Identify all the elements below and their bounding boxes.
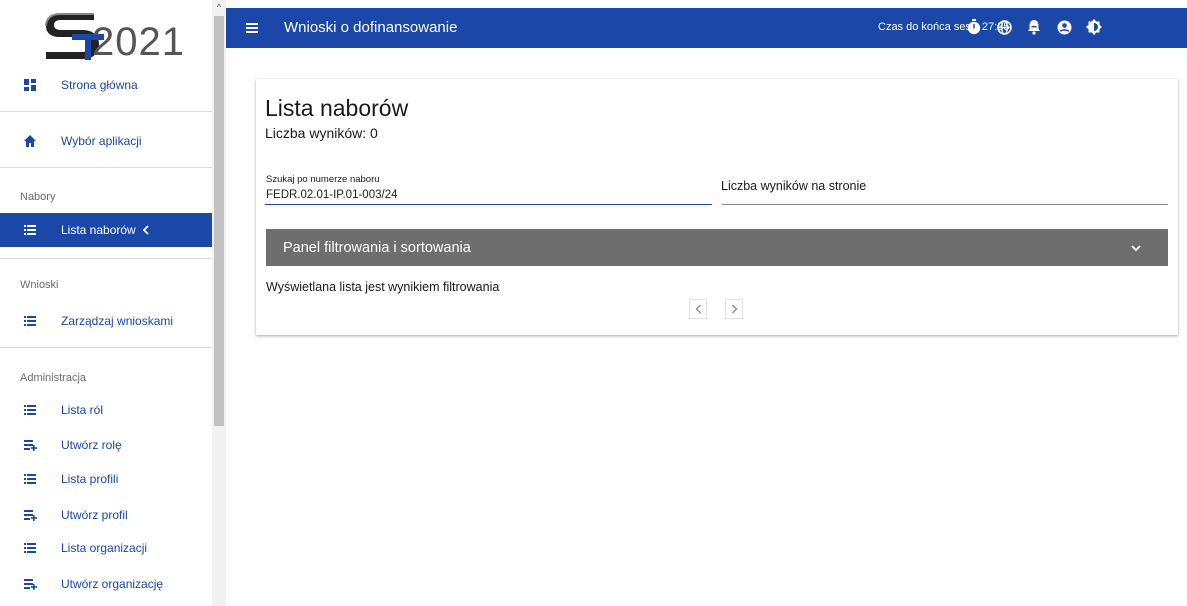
filtered-list-note: Wyświetlana lista jest wynikiem filtrowa… <box>266 280 500 294</box>
sidebar-item-label: Lista ról <box>61 403 104 417</box>
notifications-icon[interactable] <box>1025 18 1043 36</box>
sidebar-item-create-role[interactable]: Utwórz rolę <box>0 434 212 456</box>
filter-sort-panel-header[interactable]: Panel filtrowania i sortowania <box>266 229 1168 266</box>
sidebar-item-label-wrap: Lista naborów <box>61 223 149 237</box>
next-page-button[interactable] <box>725 299 743 319</box>
sidebar-item-label: Utwórz organizację <box>61 577 164 591</box>
chevron-right-icon <box>731 304 737 314</box>
brightness-icon[interactable] <box>1085 18 1103 36</box>
sidebar-item-calls-list[interactable]: Lista naborów <box>0 213 212 247</box>
divider <box>0 111 212 112</box>
playlist-add-icon <box>23 438 37 452</box>
scroll-up-arrow-icon[interactable]: ^ <box>212 0 226 14</box>
menu-icon[interactable] <box>244 19 262 37</box>
filter-panel-label: Panel filtrowania i sortowania <box>283 240 471 256</box>
list-icon <box>23 223 37 237</box>
sidebar-item-label: Lista profili <box>61 472 119 486</box>
divider <box>0 258 212 259</box>
page-title: Lista naborów <box>265 95 409 121</box>
results-count: Liczba wyników: 0 <box>265 125 378 141</box>
globe-icon[interactable] <box>995 18 1013 36</box>
divider <box>0 347 212 348</box>
timer-icon[interactable] <box>965 18 983 36</box>
section-label-nabory: Nabory <box>20 191 56 203</box>
sidebar-item-label: Strona główna <box>61 78 138 92</box>
logo-year: 2021 <box>92 20 185 64</box>
search-input-underline <box>265 204 712 205</box>
sidebar-item-label: Lista organizacji <box>61 541 148 555</box>
sidebar-item-label: Utwórz profil <box>61 508 128 522</box>
sidebar-item-label: Wybór aplikacji <box>61 134 142 148</box>
section-label-wnioski: Wnioski <box>20 279 59 291</box>
sidebar-item-roles-list[interactable]: Lista ról <box>0 399 212 421</box>
playlist-add-icon <box>23 508 37 522</box>
results-per-page-select[interactable]: Liczba wyników na stronie <box>721 179 866 193</box>
chevron-down-icon <box>1131 245 1141 252</box>
app-title: Wnioski o dofinansowanie <box>284 19 458 36</box>
scrollbar-thumb[interactable] <box>214 16 224 426</box>
dashboard-icon <box>23 78 37 92</box>
previous-page-button[interactable] <box>689 299 707 319</box>
playlist-add-icon <box>23 577 37 591</box>
search-label: Szukaj po numerze naboru <box>266 174 380 185</box>
sidebar-item-label: Zarządzaj wnioskami <box>61 314 174 328</box>
logo-mark: 2021 <box>42 6 184 64</box>
sidebar-item-organizations-list[interactable]: Lista organizacji <box>0 537 212 559</box>
chevron-left-icon <box>142 225 149 235</box>
list-icon <box>23 541 37 555</box>
section-label-administracja: Administracja <box>20 372 87 384</box>
calls-list-card: Lista naborów Liczba wyników: 0 Szukaj p… <box>256 79 1178 335</box>
sidebar-item-profiles-list[interactable]: Lista profili <box>0 468 212 490</box>
results-per-page-underline <box>722 204 1168 205</box>
divider <box>0 167 212 168</box>
list-icon <box>23 472 37 486</box>
search-input[interactable] <box>265 186 712 204</box>
account-icon[interactable] <box>1055 18 1073 36</box>
list-icon <box>23 403 37 417</box>
sidebar-item-create-profile[interactable]: Utwórz profil <box>0 504 212 526</box>
sidebar-item-choose-application[interactable]: Wybór aplikacji <box>0 128 212 154</box>
app-root: 2021 Strona główna Wybór aplikacji Nabor… <box>0 0 1187 606</box>
sidebar-scrollbar[interactable]: ^ <box>212 0 226 606</box>
list-icon <box>23 314 37 328</box>
sidebar-item-create-organization[interactable]: Utwórz organizację <box>0 573 212 595</box>
sidebar: 2021 Strona główna Wybór aplikacji Nabor… <box>0 0 212 606</box>
logo[interactable]: 2021 <box>0 0 212 70</box>
top-app-bar: Wnioski o dofinansowanie Czas do końca s… <box>226 8 1187 48</box>
session-timer: Czas do końca sesji: 27:35 <box>878 21 1010 33</box>
sidebar-item-manage-applications[interactable]: Zarządzaj wnioskami <box>0 309 212 333</box>
home-icon <box>23 134 37 148</box>
sidebar-item-label: Utwórz rolę <box>61 438 122 452</box>
sidebar-item-home-page[interactable]: Strona główna <box>0 72 212 98</box>
sidebar-item-label: Lista naborów <box>61 223 136 237</box>
chevron-left-icon <box>695 304 701 314</box>
